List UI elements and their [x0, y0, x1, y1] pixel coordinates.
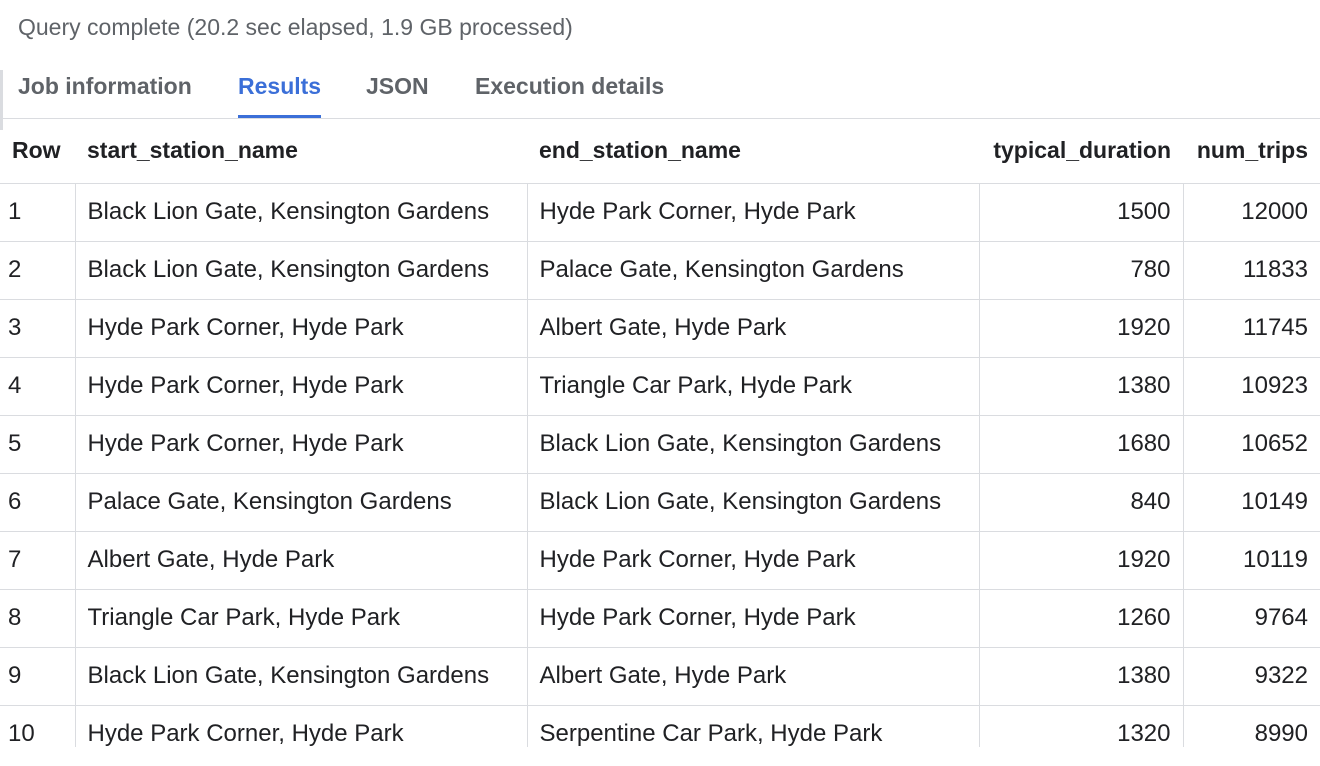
start-station-cell: Triangle Car Park, Hyde Park — [75, 589, 528, 648]
typical-duration-cell: 1920 — [979, 299, 1184, 358]
typical-duration-cell: 840 — [979, 473, 1184, 532]
table-row: 5 Hyde Park Corner, Hyde Park Black Lion G… — [0, 415, 1320, 474]
column-header-num-trips: num_trips — [1183, 119, 1320, 184]
start-station-cell: Hyde Park Corner, Hyde Park — [75, 415, 528, 474]
table-row: 3 Hyde Park Corner, Hyde Park Albert Gate,… — [0, 299, 1320, 358]
end-station-cell: Triangle Car Park, Hyde Park — [527, 357, 980, 416]
row-number-cell: 10 — [0, 705, 76, 747]
column-header-row: Row — [0, 119, 75, 184]
num-trips-cell: 8990 — [1183, 705, 1320, 747]
query-status-text: Query complete (20.2 sec elapsed, 1.9 GB… — [18, 14, 573, 40]
typical-duration-cell: 1320 — [979, 705, 1184, 747]
num-trips-cell: 11745 — [1183, 299, 1320, 358]
row-number-cell: 4 — [0, 357, 76, 416]
tab-execution-details[interactable]: Execution details — [475, 62, 664, 118]
end-station-cell: Hyde Park Corner, Hyde Park — [527, 589, 980, 648]
num-trips-cell: 10149 — [1183, 473, 1320, 532]
typical-duration-cell: 1380 — [979, 647, 1184, 706]
row-number-cell: 8 — [0, 589, 76, 648]
table-row: 4 Hyde Park Corner, Hyde Park Triangle Car… — [0, 357, 1320, 416]
num-trips-cell: 10119 — [1183, 531, 1320, 590]
tab-results[interactable]: Results — [238, 62, 322, 118]
end-station-cell: Serpentine Car Park, Hyde Park — [527, 705, 980, 747]
tab-job-information[interactable]: Job information — [18, 62, 192, 118]
table-header-row: Row start_station_name end_station_name … — [0, 119, 1320, 184]
table-row: 1 Black Lion Gate, Kensington Gardens Hyde… — [0, 183, 1320, 242]
table-row: 2 Black Lion Gate, Kensington Gardens Pala… — [0, 241, 1320, 300]
results-tab-bar: Job information Results JSON Execution d… — [0, 62, 1320, 119]
typical-duration-cell: 780 — [979, 241, 1184, 300]
column-header-end-station-name: end_station_name — [527, 119, 979, 184]
num-trips-cell: 10923 — [1183, 357, 1320, 416]
end-station-cell: Black Lion Gate, Kensington Gardens — [527, 473, 980, 532]
row-number-cell: 6 — [0, 473, 76, 532]
column-header-start-station-name: start_station_name — [75, 119, 527, 184]
row-number-cell: 3 — [0, 299, 76, 358]
row-number-cell: 2 — [0, 241, 76, 300]
end-station-cell: Palace Gate, Kensington Gardens — [527, 241, 980, 300]
results-table: Row start_station_name end_station_name … — [0, 119, 1320, 747]
end-station-cell: Albert Gate, Hyde Park — [527, 647, 980, 706]
start-station-cell: Hyde Park Corner, Hyde Park — [75, 357, 528, 416]
table-row: 8 Triangle Car Park, Hyde Park Hyde Park C… — [0, 589, 1320, 648]
typical-duration-cell: 1920 — [979, 531, 1184, 590]
typical-duration-cell: 1500 — [979, 183, 1184, 242]
tab-json[interactable]: JSON — [366, 62, 429, 118]
row-number-cell: 1 — [0, 183, 76, 242]
column-header-typical-duration: typical_duration — [979, 119, 1183, 184]
num-trips-cell: 12000 — [1183, 183, 1320, 242]
num-trips-cell: 11833 — [1183, 241, 1320, 300]
results-table-container: Row start_station_name end_station_name … — [0, 119, 1320, 747]
typical-duration-cell: 1380 — [979, 357, 1184, 416]
table-row: 10 Hyde Park Corner, Hyde Park Serpentine … — [0, 705, 1320, 747]
start-station-cell: Hyde Park Corner, Hyde Park — [75, 705, 528, 747]
num-trips-cell: 9322 — [1183, 647, 1320, 706]
start-station-cell: Hyde Park Corner, Hyde Park — [75, 299, 528, 358]
end-station-cell: Hyde Park Corner, Hyde Park — [527, 183, 980, 242]
end-station-cell: Albert Gate, Hyde Park — [527, 299, 980, 358]
table-body: 1 Black Lion Gate, Kensington Gardens Hyde… — [0, 183, 1320, 747]
row-number-cell: 9 — [0, 647, 76, 706]
start-station-cell: Albert Gate, Hyde Park — [75, 531, 528, 590]
row-number-cell: 7 — [0, 531, 76, 590]
typical-duration-cell: 1260 — [979, 589, 1184, 648]
table-row: 9 Black Lion Gate, Kensington Gardens Albe… — [0, 647, 1320, 706]
start-station-cell: Black Lion Gate, Kensington Gardens — [75, 241, 528, 300]
start-station-cell: Palace Gate, Kensington Gardens — [75, 473, 528, 532]
end-station-cell: Black Lion Gate, Kensington Gardens — [527, 415, 980, 474]
start-station-cell: Black Lion Gate, Kensington Gardens — [75, 647, 528, 706]
row-number-cell: 5 — [0, 415, 76, 474]
table-row: 6 Palace Gate, Kensington Gardens Black Li… — [0, 473, 1320, 532]
table-row: 7 Albert Gate, Hyde Park Hyde Park Corner,… — [0, 531, 1320, 590]
typical-duration-cell: 1680 — [979, 415, 1184, 474]
num-trips-cell: 10652 — [1183, 415, 1320, 474]
num-trips-cell: 9764 — [1183, 589, 1320, 648]
end-station-cell: Hyde Park Corner, Hyde Park — [527, 531, 980, 590]
start-station-cell: Black Lion Gate, Kensington Gardens — [75, 183, 528, 242]
